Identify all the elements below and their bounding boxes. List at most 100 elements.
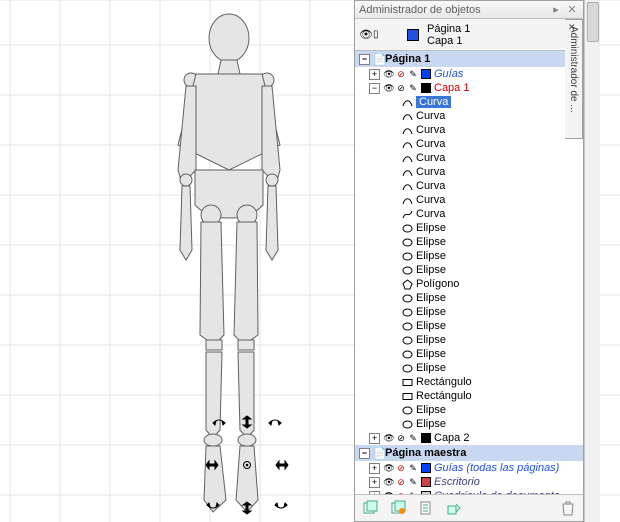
- print-icon[interactable]: ⊘: [395, 477, 407, 488]
- layer-state-icons[interactable]: 👁⊘✎: [383, 477, 419, 488]
- layer-color-swatch[interactable]: [421, 477, 431, 487]
- object-node[interactable]: Curva: [355, 95, 583, 109]
- object-tree[interactable]: −📄Página 1+👁⊘✎Guías−👁⊘✎Capa 1CurvaCurvaC…: [355, 51, 583, 495]
- print-icon[interactable]: ⊘: [395, 463, 407, 474]
- edit-icon[interactable]: ✎: [407, 83, 419, 94]
- expander-icon[interactable]: +: [369, 69, 380, 80]
- object-node[interactable]: Elipse: [355, 305, 583, 319]
- polygon-icon: [401, 279, 413, 290]
- panel-titlebar[interactable]: Administrador de objetos ▸ ✕: [355, 1, 583, 19]
- object-node[interactable]: Curva: [355, 137, 583, 151]
- object-node[interactable]: Curva: [355, 109, 583, 123]
- object-node[interactable]: Elipse: [355, 263, 583, 277]
- expander-icon[interactable]: +: [369, 477, 380, 488]
- object-label: Elipse: [416, 418, 446, 430]
- layer-state-icons[interactable]: 👁⊘✎: [383, 83, 419, 94]
- layer-state-icons[interactable]: 👁⊘✎: [383, 69, 419, 80]
- object-node[interactable]: Curva: [355, 123, 583, 137]
- expander-icon[interactable]: −: [359, 448, 370, 459]
- rect-icon: [401, 391, 413, 402]
- object-node[interactable]: Rectángulo: [355, 375, 583, 389]
- new-master-layer-button[interactable]: [389, 499, 407, 517]
- object-node[interactable]: Elipse: [355, 333, 583, 347]
- scrollbar-thumb[interactable]: [587, 2, 599, 42]
- new-page-button[interactable]: [417, 499, 435, 517]
- curve-icon: [401, 181, 413, 192]
- visibility-icon[interactable]: 👁: [383, 433, 395, 444]
- object-node[interactable]: Curva: [355, 207, 583, 221]
- move-to-layer-button[interactable]: [445, 499, 463, 517]
- ellipse-icon: [401, 349, 413, 360]
- object-manager-panel: Administrador de objetos ▸ ✕ 👁 ▯ Página …: [354, 0, 584, 522]
- panel-close-icon[interactable]: ✕: [565, 4, 579, 16]
- object-label: Curva: [416, 194, 445, 206]
- eye-icon[interactable]: 👁: [359, 28, 373, 41]
- print-icon[interactable]: ⊘: [395, 83, 407, 94]
- object-node[interactable]: Elipse: [355, 249, 583, 263]
- object-node[interactable]: Curva: [355, 193, 583, 207]
- layer-color-swatch[interactable]: [421, 433, 431, 443]
- expander-icon[interactable]: +: [369, 433, 380, 444]
- new-layer-button[interactable]: [361, 499, 379, 517]
- edit-icon[interactable]: ✎: [407, 477, 419, 488]
- curve-icon: [401, 167, 413, 178]
- layer-color-swatch[interactable]: [421, 83, 431, 93]
- edit-icon[interactable]: ✎: [407, 433, 419, 444]
- curve-icon: [401, 139, 413, 150]
- layer-label: Guías (todas las páginas): [434, 462, 559, 474]
- layer-node[interactable]: −👁⊘✎Capa 1: [355, 81, 583, 95]
- edit-icon[interactable]: ✎: [407, 69, 419, 80]
- layer-label: Capa 2: [434, 432, 469, 444]
- layer-node[interactable]: +👁⊘✎ Capa 2: [355, 431, 583, 445]
- object-label: Elipse: [416, 222, 446, 234]
- object-label: Elipse: [416, 404, 446, 416]
- object-node[interactable]: Curva: [355, 165, 583, 179]
- page-node[interactable]: −📄Página 1: [355, 51, 583, 67]
- vertical-scrollbar[interactable]: [584, 0, 600, 522]
- expander-icon[interactable]: −: [369, 83, 380, 94]
- object-node[interactable]: Rectángulo: [355, 389, 583, 403]
- expander-icon[interactable]: +: [369, 463, 380, 474]
- object-node[interactable]: Elipse: [355, 361, 583, 375]
- edit-icon[interactable]: ✎: [407, 463, 419, 474]
- visibility-icon[interactable]: 👁: [383, 477, 395, 488]
- layer-state-icons[interactable]: 👁⊘✎: [383, 433, 419, 444]
- curve-icon: [401, 195, 413, 206]
- object-label: Elipse: [416, 362, 446, 374]
- active-layer-swatch[interactable]: [407, 29, 419, 41]
- expander-icon[interactable]: −: [359, 54, 370, 65]
- layer-node[interactable]: +👁⊘✎Guías: [355, 67, 583, 81]
- object-node[interactable]: Elipse: [355, 417, 583, 431]
- print-icon[interactable]: ⊘: [395, 433, 407, 444]
- object-node[interactable]: Curva: [355, 179, 583, 193]
- print-icon[interactable]: ⊘: [395, 69, 407, 80]
- object-node[interactable]: Elipse: [355, 403, 583, 417]
- layer-color-swatch[interactable]: [421, 463, 431, 473]
- curve-icon: [401, 125, 413, 136]
- object-label: Rectángulo: [416, 376, 472, 388]
- layer-node[interactable]: +👁⊘✎ Guías (todas las páginas): [355, 461, 583, 475]
- dock-tab-close-icon[interactable]: ✕: [568, 22, 576, 33]
- object-node[interactable]: Polígono: [355, 277, 583, 291]
- rect-icon: [401, 377, 413, 388]
- layer-state-icons[interactable]: 👁⊘✎: [383, 463, 419, 474]
- layer-node[interactable]: +👁⊘✎Escritorio: [355, 475, 583, 489]
- object-node[interactable]: Elipse: [355, 291, 583, 305]
- book-icon[interactable]: ▯: [373, 29, 387, 40]
- object-node[interactable]: Elipse: [355, 319, 583, 333]
- object-label: Curva: [416, 110, 445, 122]
- panel-menu-icon[interactable]: ▸: [549, 4, 563, 16]
- object-node[interactable]: Elipse: [355, 235, 583, 249]
- object-label: Curva: [416, 124, 445, 136]
- object-label: Elipse: [416, 320, 446, 332]
- dock-tab[interactable]: ✕ Administrador de ...: [565, 19, 583, 139]
- layer-color-swatch[interactable]: [421, 69, 431, 79]
- master-page-node[interactable]: −📄Página maestra: [355, 445, 583, 461]
- visibility-icon[interactable]: 👁: [383, 463, 395, 474]
- visibility-icon[interactable]: 👁: [383, 69, 395, 80]
- object-node[interactable]: Curva: [355, 151, 583, 165]
- delete-button[interactable]: [559, 499, 577, 517]
- object-node[interactable]: Elipse: [355, 347, 583, 361]
- visibility-icon[interactable]: 👁: [383, 83, 395, 94]
- object-node[interactable]: Elipse: [355, 221, 583, 235]
